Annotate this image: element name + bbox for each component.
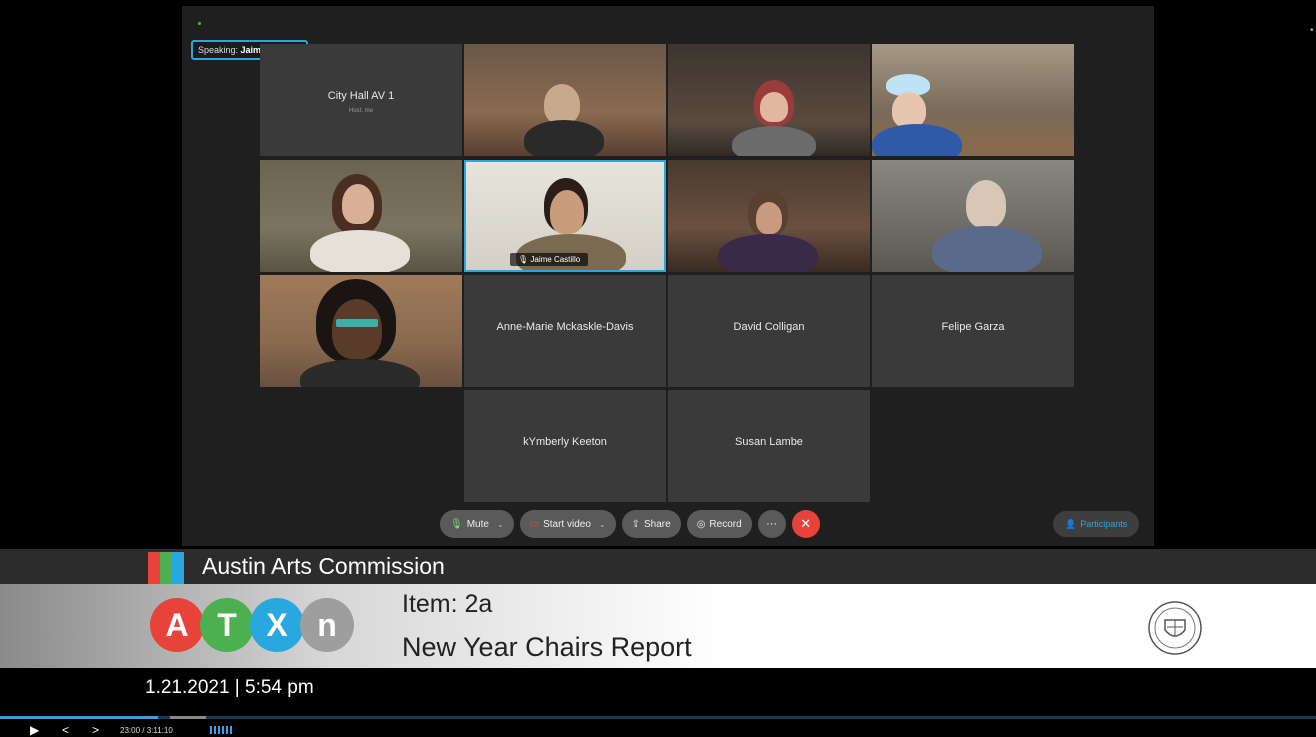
volume-bar	[218, 726, 220, 734]
tile-subtitle: Host, me	[348, 108, 373, 114]
volume-bar	[214, 726, 216, 734]
tile-name: Anne-Marie Mckaskle-Davis	[496, 321, 634, 333]
volume-indicator[interactable]	[210, 726, 232, 734]
share-icon: ⇪	[631, 518, 640, 530]
volume-bar	[210, 726, 212, 734]
start-video-button[interactable]: ▭ Start video ⌄	[519, 510, 616, 538]
tile-city-hall[interactable]: City Hall AV 1 Host, me	[260, 44, 462, 156]
participant-body	[310, 230, 410, 272]
tile-active-speaker[interactable]: 🎙 Jaime Castillo	[464, 160, 666, 272]
org-band	[0, 549, 1316, 584]
meeting-toolbar: 🎙 Mute ⌄ ▭ Start video ⌄ ⇪ Share ◎ Recor…	[440, 509, 820, 539]
atxn-logo: A T X n	[150, 598, 354, 652]
participant-body	[524, 120, 604, 156]
share-button[interactable]: ⇪ Share	[621, 510, 681, 538]
volume-bar	[222, 726, 224, 734]
color-bars-logo	[148, 552, 184, 585]
participant-face	[966, 180, 1006, 228]
agenda-item: Item: 2a	[402, 590, 493, 618]
tile-anne-marie[interactable]: Anne-Marie Mckaskle-Davis	[464, 275, 666, 387]
mute-button[interactable]: 🎙 Mute ⌄	[440, 510, 514, 538]
logo-letter: A	[150, 598, 204, 652]
city-seal-icon	[1148, 601, 1202, 655]
chevron-down-icon[interactable]: ⌄	[497, 520, 504, 529]
agenda-title: New Year Chairs Report	[402, 632, 692, 662]
tile-video-3[interactable]	[872, 44, 1074, 156]
tile-name: Felipe Garza	[941, 321, 1005, 333]
status-dot	[198, 22, 201, 25]
tile-video-5[interactable]	[668, 160, 870, 272]
volume-bar	[226, 726, 228, 734]
tile-name: City Hall AV 1	[327, 90, 395, 102]
participants-button[interactable]: 👤 Participants	[1053, 511, 1140, 537]
end-meeting-button[interactable]: ✕	[791, 510, 820, 538]
close-icon: ✕	[800, 516, 812, 531]
more-options-button[interactable]: ···	[757, 510, 786, 538]
volume-bar	[230, 726, 232, 734]
tile-name: David Colligan	[733, 321, 805, 333]
participant-face	[760, 92, 788, 122]
start-video-label: Start video	[543, 518, 591, 530]
mic-icon: 🎙	[518, 255, 531, 264]
tile-video-1[interactable]	[464, 44, 666, 156]
participant-face	[342, 184, 374, 224]
speaking-prefix: Speaking:	[198, 45, 239, 55]
tile-kymberly[interactable]: kYmberly Keeton	[464, 390, 666, 502]
record-button[interactable]: ◎ Record	[686, 510, 752, 538]
broadcast-datetime: 1.21.2021 | 5:54 pm	[145, 677, 314, 698]
participant-grid: City Hall AV 1 Host, me 🎙 Jaime Castillo	[260, 44, 1076, 504]
color-bar	[148, 552, 160, 585]
tile-video-2[interactable]	[668, 44, 870, 156]
participant-face	[544, 84, 580, 124]
video-off-icon: ▭	[529, 518, 540, 530]
share-label: Share	[644, 518, 671, 530]
participants-label: Participants	[1080, 519, 1128, 529]
more-icon: ···	[766, 518, 778, 530]
tile-david[interactable]: David Colligan	[668, 275, 870, 387]
tile-video-6[interactable]	[872, 160, 1074, 272]
tile-video-7[interactable]	[260, 275, 462, 387]
buffer-indicator	[170, 716, 206, 719]
logo-letter: n	[300, 598, 354, 652]
timecode: 23:00 / 3:11:10	[120, 726, 173, 735]
logo-letter: X	[250, 598, 304, 652]
participant-face	[892, 92, 926, 128]
record-icon: ◎	[696, 518, 706, 530]
tile-name: kYmberly Keeton	[523, 436, 607, 448]
participant-body	[932, 226, 1042, 272]
participant-body	[872, 124, 962, 156]
speaker-name-chip: 🎙 Jaime Castillo	[510, 253, 589, 266]
participant-body	[300, 359, 420, 387]
record-label: Record	[709, 518, 742, 530]
tile-name: Susan Lambe	[735, 436, 803, 448]
color-bar	[160, 552, 172, 585]
participant-body	[732, 126, 816, 156]
chevron-down-icon[interactable]: ⌄	[599, 520, 606, 529]
participant-face	[332, 299, 382, 359]
participant-body	[718, 234, 818, 272]
progress-fill	[0, 716, 158, 719]
participant-face	[756, 202, 782, 234]
participant-face	[550, 190, 584, 234]
tile-felipe[interactable]: Felipe Garza	[872, 275, 1074, 387]
mute-label: Mute	[466, 518, 489, 530]
organization-name: Austin Arts Commission	[202, 553, 445, 579]
color-bar	[172, 552, 184, 585]
logo-letter: T	[200, 598, 254, 652]
glasses	[336, 319, 378, 327]
microphone-icon: 🎙	[450, 518, 463, 530]
speaker-name: Jaime Castillo	[530, 255, 581, 264]
people-icon: 👤	[1065, 518, 1077, 529]
tile-susan[interactable]: Susan Lambe	[668, 390, 870, 502]
edge-mark: •	[1310, 25, 1314, 36]
tile-video-4[interactable]	[260, 160, 462, 272]
